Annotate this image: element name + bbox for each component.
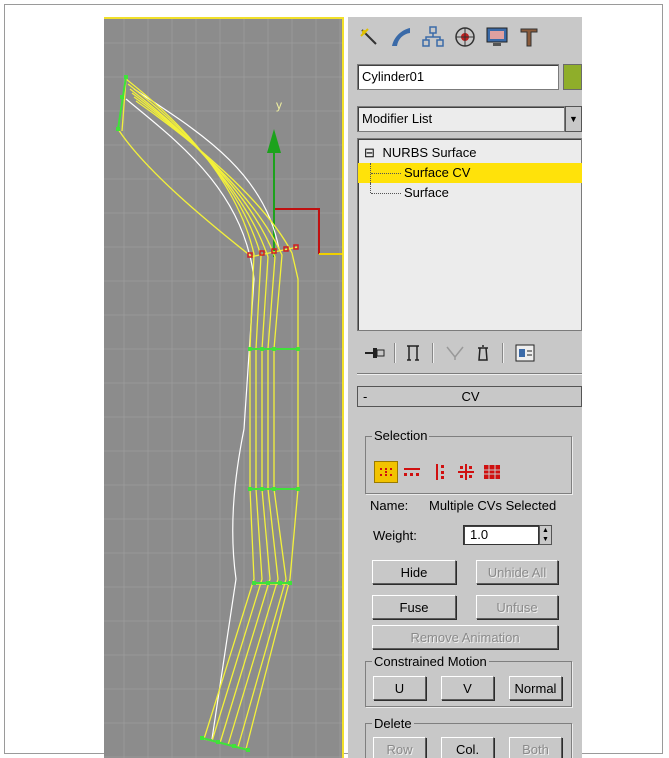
hide-button[interactable]: Hide (372, 560, 456, 584)
move-gizmo: y (267, 98, 342, 257)
tree-line (370, 183, 372, 193)
modifier-stack[interactable]: ⊟ NURBS Surface Surface CV Surface (357, 138, 582, 331)
delete-row-button[interactable]: Row (373, 737, 426, 758)
collapse-toggle-icon[interactable]: ⊟ (364, 145, 375, 160)
constrained-motion-label: Constrained Motion (372, 654, 489, 669)
object-name-field[interactable]: Cylinder01 (357, 64, 559, 90)
row-of-cvs-icon[interactable] (400, 461, 424, 483)
stack-item-surface[interactable]: Surface (358, 183, 582, 203)
delete-both-button[interactable]: Both (509, 737, 562, 758)
divider (357, 373, 582, 375)
modify-icon[interactable] (386, 21, 416, 53)
cv-points (116, 75, 300, 752)
make-unique-icon[interactable] (442, 340, 468, 366)
weight-label: Weight: (373, 528, 417, 543)
pin-stack-icon[interactable] (362, 340, 388, 366)
unfuse-button[interactable]: Unfuse (476, 595, 558, 619)
delete-col-button[interactable]: Col. (441, 737, 494, 758)
name-label: Name: (370, 498, 409, 513)
delete-group-label: Delete (372, 716, 414, 731)
remove-animation-button[interactable]: Remove Animation (372, 625, 558, 649)
stack-item-label: Surface CV (404, 165, 471, 180)
motion-icon[interactable] (450, 21, 480, 53)
utilities-icon[interactable] (514, 21, 544, 53)
modifier-list-dropdown[interactable]: Modifier List (357, 106, 565, 132)
cv-rollout-header[interactable]: - CV (357, 386, 582, 407)
create-icon[interactable] (354, 21, 384, 53)
modifier-stack-toolbar (348, 335, 582, 371)
weight-spinner-arrows[interactable]: ▲ ▼ (539, 525, 552, 545)
dropdown-arrow-icon[interactable]: ▼ (565, 106, 582, 132)
command-panel-tabs (348, 17, 582, 59)
hierarchy-icon[interactable] (418, 21, 448, 53)
tree-line (371, 173, 401, 174)
fuse-button[interactable]: Fuse (372, 595, 456, 619)
row-and-column-icon[interactable] (454, 461, 478, 483)
constrain-v-button[interactable]: V (441, 676, 494, 700)
rollout-title: CV (461, 389, 480, 404)
stack-item-label: Surface (404, 185, 449, 200)
stack-item-surface-cv[interactable]: Surface CV (358, 163, 582, 183)
all-cvs-icon[interactable] (480, 461, 504, 483)
command-panel: Cylinder01 Modifier List ▼ ⊟ NURBS Surfa… (348, 17, 582, 758)
display-icon[interactable] (482, 21, 512, 53)
remove-modifier-icon[interactable] (470, 340, 496, 366)
unhide-all-button[interactable]: Unhide All (476, 560, 558, 584)
object-color-swatch[interactable] (563, 64, 582, 90)
column-of-cvs-icon[interactable] (428, 461, 452, 483)
stack-item-nurbs-surface[interactable]: ⊟ NURBS Surface (358, 143, 582, 163)
weight-spinner-field[interactable]: 1.0 (463, 525, 539, 545)
single-cv-level-icon[interactable] (374, 461, 398, 483)
tree-line (371, 193, 401, 194)
selection-group-label: Selection (372, 428, 430, 443)
viewport-grid (104, 19, 342, 758)
stack-item-label: NURBS Surface (382, 145, 477, 160)
perspective-viewport[interactable]: y (104, 17, 344, 758)
name-value: Multiple CVs Selected (429, 498, 557, 513)
gizmo-y-label: y (276, 98, 282, 112)
constrain-normal-button[interactable]: Normal (509, 676, 562, 700)
nurbs-wireframe: y (104, 19, 342, 758)
configure-modifier-sets-icon[interactable] (512, 340, 538, 366)
constrain-u-button[interactable]: U (373, 676, 426, 700)
show-end-result-icon[interactable] (400, 340, 426, 366)
